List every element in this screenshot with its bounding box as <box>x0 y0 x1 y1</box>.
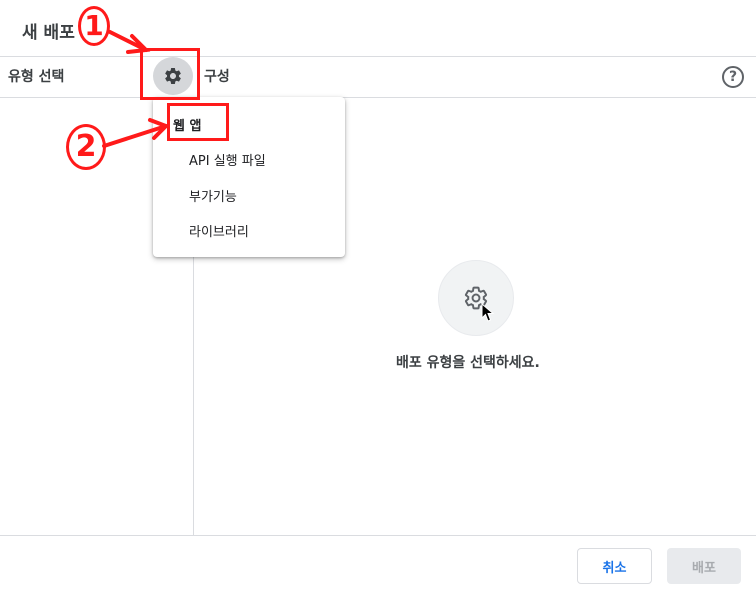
select-type-label: 유형 선택 <box>8 69 65 85</box>
empty-state-message: 배포 유형을 선택하세요. <box>396 355 540 371</box>
divider <box>0 56 756 57</box>
menu-item-add-on[interactable]: 부가기능 <box>189 186 237 205</box>
divider <box>0 97 756 98</box>
cancel-button[interactable]: 취소 <box>577 548 652 584</box>
menu-item-library[interactable]: 라이브러리 <box>189 221 249 240</box>
empty-state-gear <box>438 260 514 336</box>
annotation-step-2: 2 <box>66 124 106 170</box>
menu-item-api-executable[interactable]: API 실행 파일 <box>189 150 266 169</box>
divider <box>0 535 756 536</box>
help-icon[interactable]: ? <box>722 66 744 88</box>
dialog-title: 새 배포 <box>22 23 75 43</box>
help-glyph: ? <box>728 69 738 85</box>
mouse-cursor-icon <box>481 303 495 322</box>
deploy-button[interactable]: 배포 <box>667 548 741 584</box>
annotation-arrows <box>102 30 170 148</box>
configuration-label: 구성 <box>204 69 230 85</box>
annotation-highlight-box <box>140 48 200 100</box>
annotation-step-1: 1 <box>78 6 110 46</box>
annotation-highlight-box <box>167 103 229 141</box>
